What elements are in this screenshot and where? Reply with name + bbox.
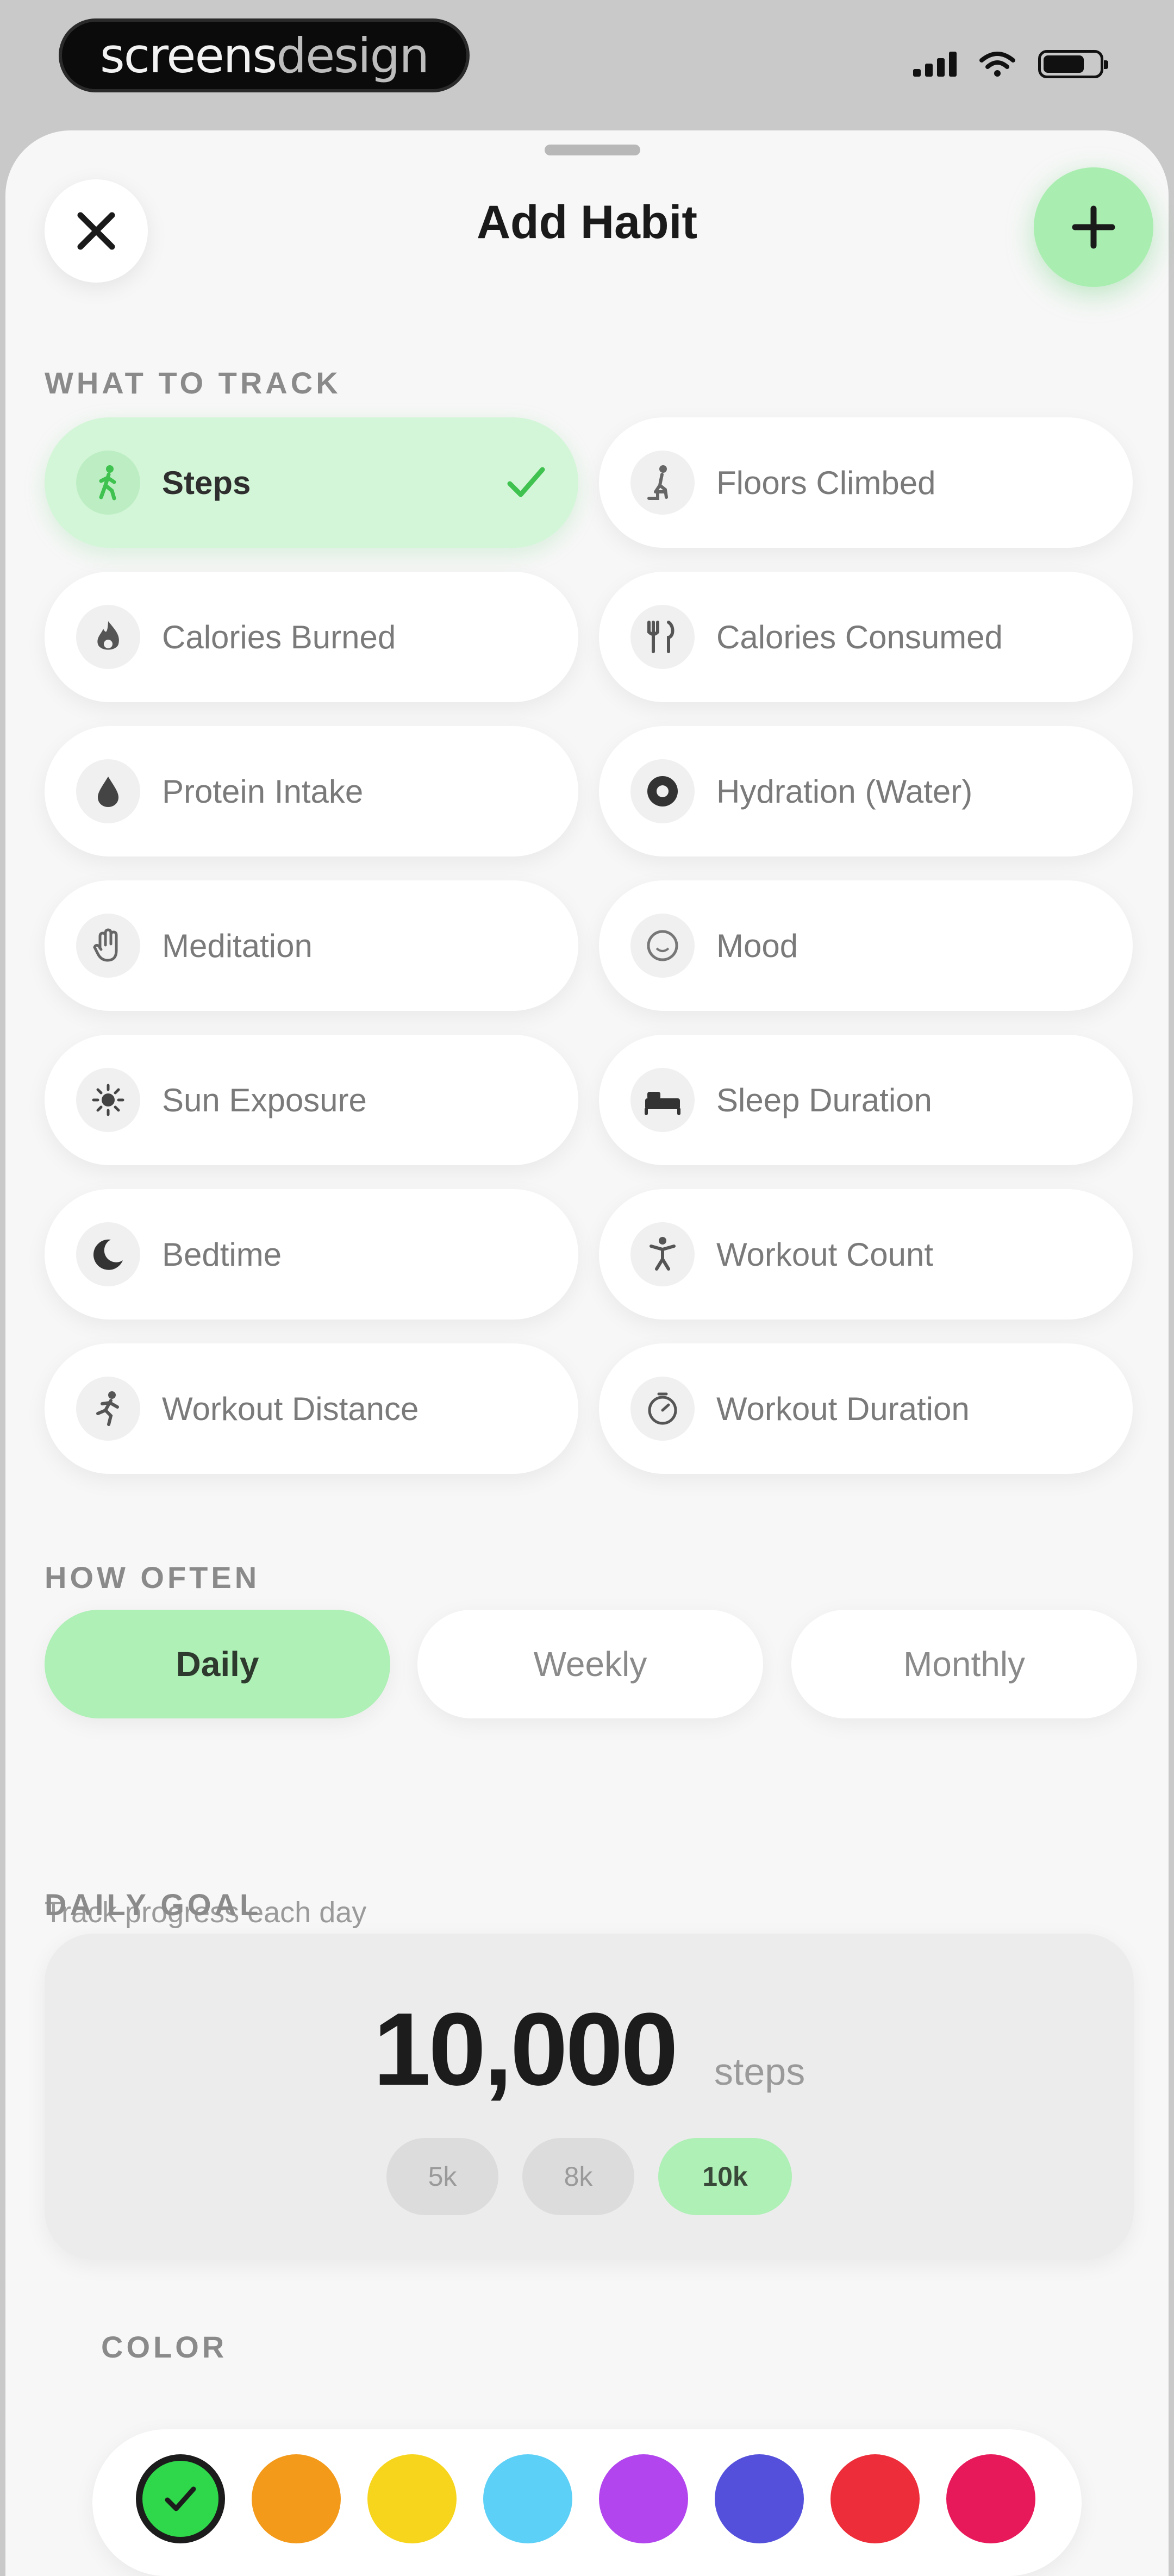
color-swatch-green[interactable] — [136, 2454, 225, 2543]
track-option-bedtime[interactable]: Bedtime — [45, 1189, 578, 1320]
water-icon — [630, 759, 695, 823]
track-option-label: Steps — [162, 464, 251, 501]
track-option-label: Sleep Duration — [716, 1081, 932, 1118]
goal-unit: steps — [714, 2050, 805, 2093]
fork-knife-icon — [630, 605, 695, 669]
track-option-meditation[interactable]: Meditation — [45, 880, 578, 1011]
frequency-weekly-button[interactable]: Weekly — [417, 1610, 763, 1718]
goal-value-display: 10,000 steps — [45, 1990, 1134, 2109]
wifi-icon — [979, 52, 1015, 77]
brand-light: design — [276, 27, 429, 84]
add-habit-sheet: Add Habit WHAT TO TRACK Steps Floors Cli… — [5, 130, 1169, 2576]
track-option-calories-consumed[interactable]: Calories Consumed — [599, 572, 1133, 702]
track-option-label: Calories Burned — [162, 618, 396, 655]
color-swatch-yellow[interactable] — [367, 2454, 457, 2543]
section-what-to-track: WHAT TO TRACK — [45, 366, 341, 400]
track-option-label: Bedtime — [162, 1236, 282, 1273]
track-option-workout-distance[interactable]: Workout Distance — [45, 1343, 578, 1474]
timer-icon — [630, 1377, 695, 1441]
daily-goal-card: 10,000 steps 5k 8k 10k — [45, 1934, 1134, 2260]
goal-preset-10k[interactable]: 10k — [658, 2138, 792, 2215]
track-option-floors-climbed[interactable]: Floors Climbed — [599, 417, 1133, 548]
sheet-grabber[interactable] — [545, 145, 640, 155]
track-option-label: Calories Consumed — [716, 618, 1003, 655]
add-habit-button[interactable] — [1034, 167, 1153, 287]
color-picker — [92, 2429, 1082, 2576]
status-bar: screens design — [0, 0, 1174, 125]
color-swatch-indigo[interactable] — [715, 2454, 804, 2543]
checkmark-icon — [165, 2486, 196, 2511]
track-option-label: Protein Intake — [162, 773, 364, 810]
color-swatch-pink[interactable] — [946, 2454, 1035, 2543]
screensdesign-logo: screens design — [59, 18, 470, 92]
brand-bold: screens — [99, 27, 277, 84]
figure-icon — [630, 1222, 695, 1286]
sun-icon — [76, 1068, 140, 1132]
track-option-steps[interactable]: Steps — [45, 417, 578, 548]
frequency-selector: Daily Weekly Monthly — [45, 1610, 1137, 1718]
stairs-icon — [630, 451, 695, 515]
track-option-label: Workout Distance — [162, 1390, 419, 1427]
walking-icon — [76, 451, 140, 515]
section-daily-goal: DAILY GOAL — [45, 1887, 262, 1922]
frequency-daily-button[interactable]: Daily — [45, 1610, 390, 1718]
track-option-protein-intake[interactable]: Protein Intake — [45, 726, 578, 856]
color-swatch-red[interactable] — [830, 2454, 920, 2543]
flame-icon — [76, 605, 140, 669]
drop-icon — [76, 759, 140, 823]
frequency-monthly-button[interactable]: Monthly — [791, 1610, 1137, 1718]
section-how-often: HOW OFTEN — [45, 1560, 260, 1595]
track-option-label: Meditation — [162, 927, 313, 964]
track-option-sun-exposure[interactable]: Sun Exposure — [45, 1035, 578, 1165]
track-option-calories-burned[interactable]: Calories Burned — [45, 572, 578, 702]
hand-icon — [76, 914, 140, 978]
goal-value[interactable]: 10,000 — [373, 1992, 678, 2107]
page-title: Add Habit — [476, 196, 698, 248]
track-option-hydration-water[interactable]: Hydration (Water) — [599, 726, 1133, 856]
cellular-signal-icon — [913, 52, 957, 77]
track-option-label: Workout Count — [716, 1236, 934, 1273]
goal-preset-5k[interactable]: 5k — [386, 2138, 498, 2215]
track-option-mood[interactable]: Mood — [599, 880, 1133, 1011]
smiley-icon — [630, 914, 695, 978]
track-option-workout-duration[interactable]: Workout Duration — [599, 1343, 1133, 1474]
checkmark-icon — [507, 467, 545, 497]
section-color: COLOR — [101, 2330, 228, 2364]
color-swatch-purple[interactable] — [599, 2454, 688, 2543]
battery-icon — [1038, 50, 1108, 78]
track-option-label: Mood — [716, 927, 798, 964]
track-option-label: Sun Exposure — [162, 1081, 367, 1118]
track-option-label: Floors Climbed — [716, 464, 936, 501]
track-option-label: Hydration (Water) — [716, 773, 973, 810]
plus-icon — [1072, 205, 1115, 249]
color-swatch-light-blue[interactable] — [483, 2454, 572, 2543]
running-icon — [76, 1377, 140, 1441]
goal-presets: 5k 8k 10k — [45, 2138, 1134, 2215]
system-indicators — [913, 50, 1108, 78]
goal-preset-8k[interactable]: 8k — [522, 2138, 634, 2215]
moon-icon — [76, 1222, 140, 1286]
bed-icon — [630, 1068, 695, 1132]
track-option-sleep-duration[interactable]: Sleep Duration — [599, 1035, 1133, 1165]
track-option-workout-count[interactable]: Workout Count — [599, 1189, 1133, 1320]
color-swatch-orange[interactable] — [252, 2454, 341, 2543]
track-option-label: Workout Duration — [716, 1390, 970, 1427]
